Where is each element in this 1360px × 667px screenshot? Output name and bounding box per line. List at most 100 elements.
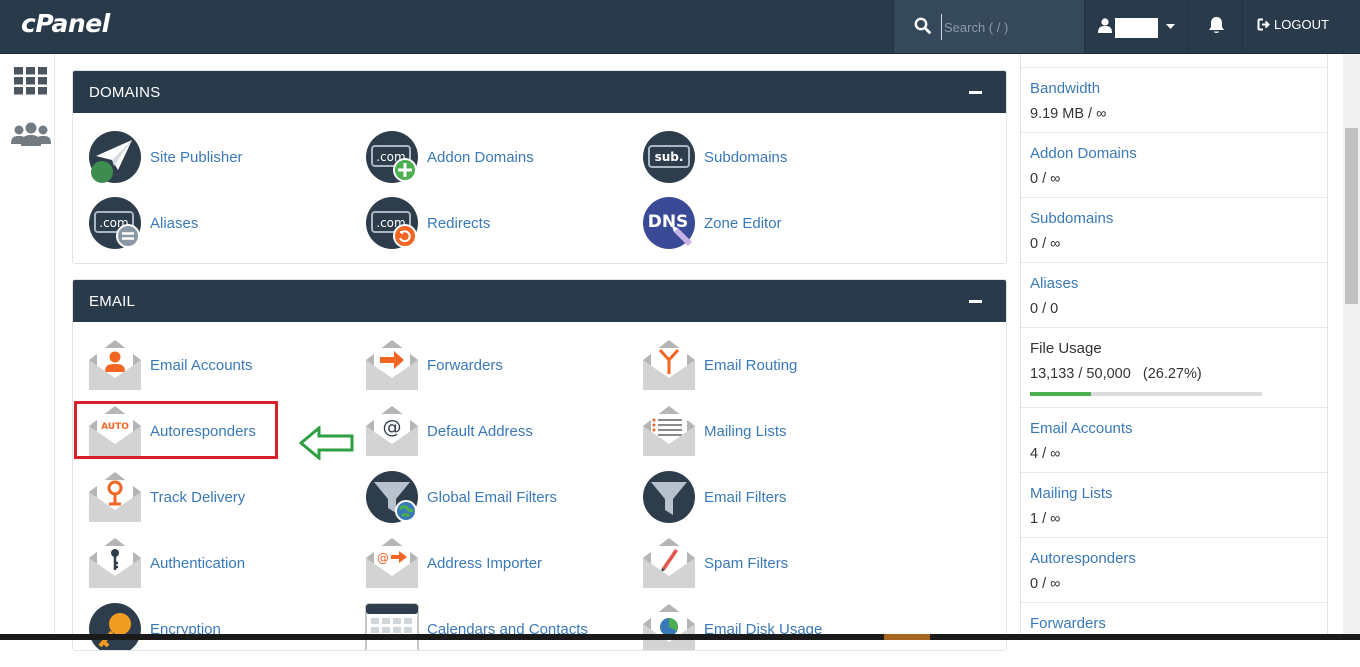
addon-domains-icon: .com	[366, 131, 418, 183]
stat-name[interactable]: Bandwidth	[1030, 80, 1100, 97]
addon-domains-link[interactable]: .com Addon Domains	[365, 131, 534, 183]
taskbar-strip	[0, 634, 1360, 640]
stat-name[interactable]: Mailing Lists	[1030, 485, 1113, 502]
users-icon[interactable]	[11, 122, 51, 146]
item-label: Subdomains	[704, 148, 788, 166]
track-delivery-icon	[89, 472, 141, 522]
forwarders-icon	[366, 340, 418, 390]
stat-value: 9.19 MB / ∞	[1030, 106, 1107, 122]
item-label: Redirects	[427, 214, 491, 232]
spam-filters-link[interactable]: Spam Filters	[642, 537, 788, 589]
stat-row-hidden	[1021, 3, 1327, 68]
redirects-link[interactable]: .com Redirects	[365, 197, 490, 249]
stat-name[interactable]: Autoresponders	[1030, 550, 1136, 567]
svg-text:@: @	[377, 551, 389, 565]
aliases-link[interactable]: .com Aliases	[88, 197, 198, 249]
collapse-icon[interactable]	[969, 300, 982, 303]
forwarders-link[interactable]: Forwarders	[365, 339, 503, 391]
item-label: Default Address	[427, 422, 533, 440]
stat-value: 0 / 0	[1030, 301, 1059, 317]
zone-editor-link[interactable]: DNS Zone Editor	[642, 197, 782, 249]
authentication-icon	[89, 538, 141, 588]
stat-value: 0 / ∞	[1030, 236, 1061, 252]
zone-editor-icon: DNS	[643, 197, 695, 249]
email-disk-usage-icon	[643, 604, 695, 650]
calendars-contacts-icon	[365, 603, 419, 650]
address-importer-icon: @	[366, 538, 418, 588]
stat-bandwidth: Bandwidth 9.19 MB / ∞	[1021, 68, 1327, 133]
global-email-filters-icon	[366, 471, 418, 523]
email-routing-link[interactable]: Email Routing	[642, 339, 797, 391]
cpanel-logo[interactable]: cPanel	[21, 9, 110, 38]
item-label: Mailing Lists	[704, 422, 787, 440]
stat-email-accounts: Email Accounts 4 / ∞	[1021, 408, 1327, 473]
email-filters-icon	[643, 471, 695, 523]
track-delivery-link[interactable]: Track Delivery	[88, 471, 245, 523]
stat-name[interactable]: Addon Domains	[1030, 145, 1137, 162]
subdomains-icon: sub.	[643, 131, 695, 183]
stat-autoresponders: Autoresponders 0 / ∞	[1021, 538, 1327, 603]
svg-text:DNS: DNS	[648, 212, 689, 232]
item-label: Address Importer	[427, 554, 543, 572]
mailing-lists-link[interactable]: Mailing Lists	[642, 405, 787, 457]
stat-name[interactable]: Email Accounts	[1030, 420, 1133, 437]
item-label: Authentication	[150, 554, 246, 572]
stat-value: 0 / ∞	[1030, 576, 1061, 592]
mailing-lists-icon	[643, 406, 695, 456]
item-label: Addon Domains	[427, 148, 534, 166]
item-label: Global Email Filters	[427, 488, 558, 506]
encryption-link[interactable]: Encryption	[88, 603, 221, 650]
autoresponders-highlight-box	[74, 401, 278, 459]
domains-panel-header[interactable]: DOMAINS	[73, 71, 1006, 113]
site-publisher-link[interactable]: Site Publisher	[88, 131, 243, 183]
redirects-icon: .com	[366, 197, 418, 249]
stat-name[interactable]: Aliases	[1030, 275, 1078, 292]
email-accounts-link[interactable]: Email Accounts	[88, 339, 253, 391]
default-address-icon: @	[366, 406, 418, 456]
stat-mailing-lists: Mailing Lists 1 / ∞	[1021, 473, 1327, 538]
collapse-icon[interactable]	[969, 91, 982, 94]
email-routing-icon	[643, 340, 695, 390]
authentication-link[interactable]: Authentication	[88, 537, 245, 589]
email-panel-header[interactable]: EMAIL	[73, 280, 1006, 322]
email-filters-link[interactable]: Email Filters	[642, 471, 787, 523]
svg-text:sub.: sub.	[655, 150, 684, 164]
stat-aliases: Aliases 0 / 0	[1021, 263, 1327, 328]
page-scrollbar[interactable]	[1343, 54, 1360, 640]
subdomains-link[interactable]: sub. Subdomains	[642, 131, 787, 183]
stat-value: 0 / ∞	[1030, 171, 1061, 187]
stat-subdomains: Subdomains 0 / ∞	[1021, 198, 1327, 263]
email-accounts-icon	[89, 340, 141, 390]
aliases-icon: .com	[89, 197, 141, 249]
left-rail	[0, 54, 55, 640]
stat-addon-domains: Addon Domains 0 / ∞	[1021, 133, 1327, 198]
item-label: Zone Editor	[704, 214, 782, 232]
item-label: Email Accounts	[150, 356, 253, 374]
stat-name: File Usage	[1030, 340, 1102, 357]
calendars-contacts-link[interactable]: Calendars and Contacts	[365, 603, 588, 650]
svg-text:@: @	[383, 416, 402, 438]
file-usage-bar	[1030, 392, 1262, 396]
stat-name[interactable]: Subdomains	[1030, 210, 1113, 227]
email-disk-usage-link[interactable]: Email Disk Usage	[642, 603, 822, 650]
default-address-link[interactable]: @ Default Address	[365, 405, 533, 457]
spam-filters-icon	[643, 538, 695, 588]
domains-panel: DOMAINS Site Publisher .com Addon Domain…	[72, 70, 1007, 264]
search-icon	[914, 17, 931, 34]
global-email-filters-link[interactable]: Global Email Filters	[365, 471, 557, 523]
scrollbar-thumb[interactable]	[1345, 128, 1358, 304]
item-label: Email Filters	[704, 488, 787, 506]
stat-file-usage: File Usage 13,133 / 50,000 (26.27%)	[1021, 328, 1327, 408]
item-label: Aliases	[150, 214, 199, 232]
grid-icon[interactable]	[14, 67, 47, 95]
stats-panel: Bandwidth 9.19 MB / ∞ Addon Domains 0 / …	[1020, 54, 1328, 640]
address-importer-link[interactable]: @ Address Importer	[365, 537, 542, 589]
item-label: Email Routing	[704, 356, 798, 374]
stat-value: 4 / ∞	[1030, 446, 1061, 462]
pointer-arrow-icon	[299, 426, 354, 460]
encryption-icon	[89, 603, 141, 650]
domains-title: DOMAINS	[89, 84, 161, 101]
stat-name[interactable]: Forwarders	[1030, 615, 1106, 632]
item-label: Site Publisher	[150, 148, 243, 166]
taskbar-accent	[884, 634, 930, 640]
